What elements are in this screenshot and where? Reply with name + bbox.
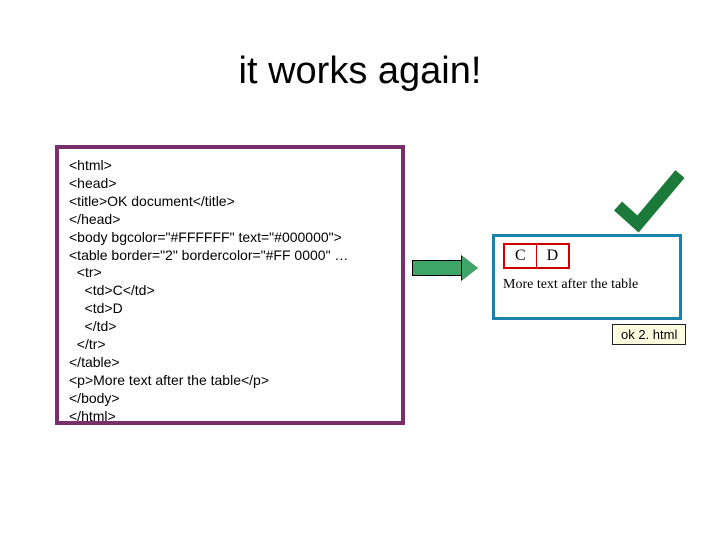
rendered-paragraph: More text after the table bbox=[503, 277, 671, 293]
checkmark-icon bbox=[612, 166, 684, 238]
arrow-icon bbox=[412, 256, 478, 280]
table-cell-c: C bbox=[504, 244, 536, 268]
filename-label: ok 2. html bbox=[612, 324, 686, 345]
rendered-table: C D bbox=[503, 243, 570, 269]
rendered-preview: C D More text after the table bbox=[492, 234, 682, 320]
slide-title: it works again! bbox=[0, 50, 720, 93]
table-cell-d: D bbox=[536, 244, 569, 268]
code-listing: <html> <head> <title>OK document</title>… bbox=[55, 145, 405, 425]
table-row: C D bbox=[504, 244, 569, 268]
